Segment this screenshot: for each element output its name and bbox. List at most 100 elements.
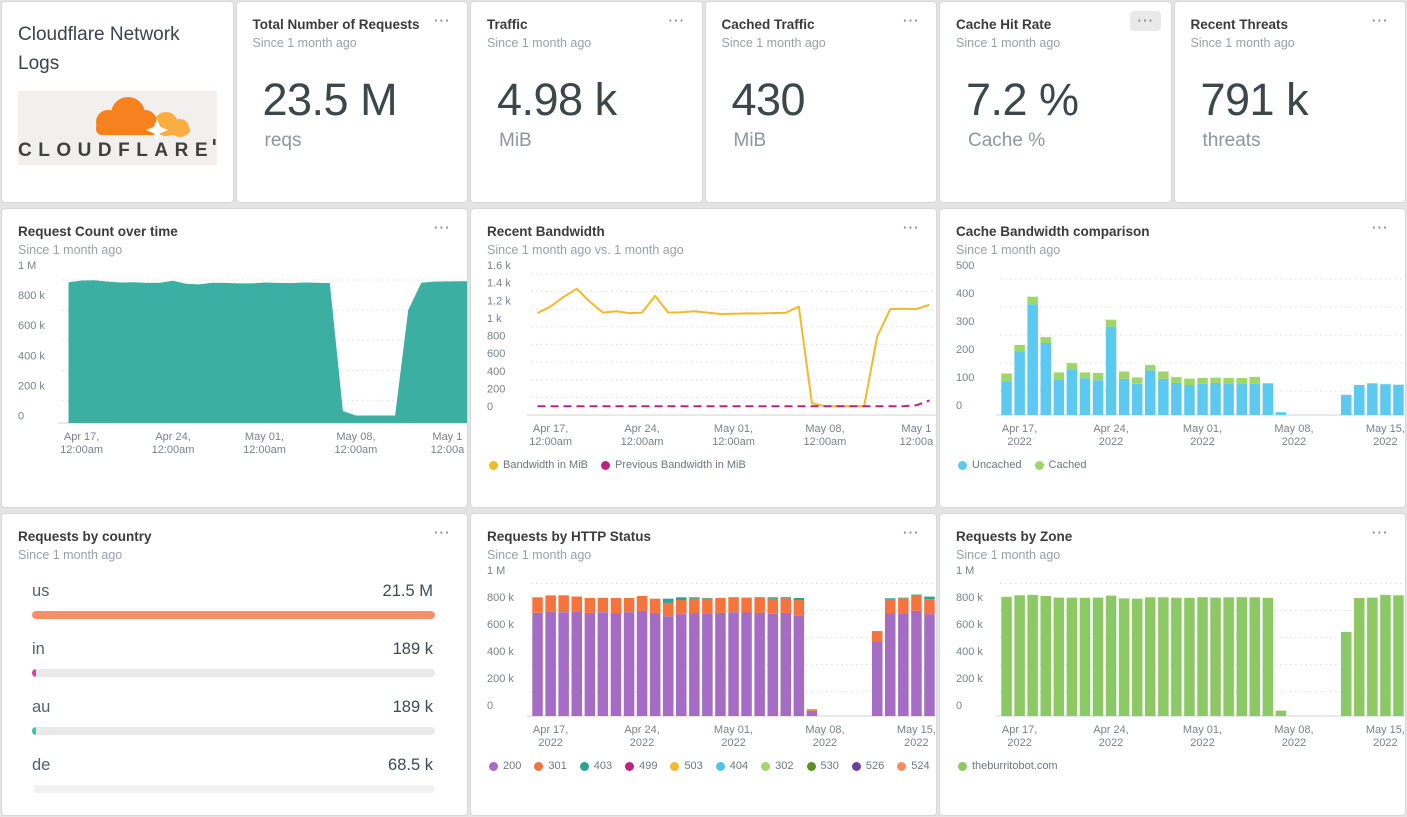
legend-item-200[interactable]: 200 [489, 760, 521, 772]
country-value: 189 k [392, 640, 433, 658]
svg-text:Apr 17,12:00am: Apr 17, 12:00am [529, 423, 572, 448]
legend-item-cached[interactable]: Cached [1034, 459, 1087, 471]
legend-label: 200 [503, 760, 522, 772]
legend-item-404[interactable]: 404 [715, 760, 748, 772]
svg-text:800 k: 800 k [956, 592, 983, 604]
panel-menu-button[interactable]: ⋯ [1364, 11, 1395, 31]
panel-cached-traffic: Cached Traffic Since 1 month ago ⋯ 430 M… [705, 2, 936, 202]
panel-menu-button[interactable]: ⋯ [661, 11, 692, 31]
legend-item-bandwidth-in-mib[interactable]: Bandwidth in MiB [489, 459, 588, 471]
legend-dot-icon [806, 761, 816, 771]
request-count-chart[interactable]: 1 M 800 k 600 k 400 k 200 k 0 Apr 17, 12:00am Ap… [18, 260, 467, 459]
stat-value: 791 k [1200, 74, 1309, 125]
country-bar-track [32, 669, 435, 677]
legend-dot-icon [670, 761, 680, 771]
country-label: in [32, 640, 45, 658]
panel-menu-button[interactable]: ⋯ [426, 523, 457, 543]
svg-text:0: 0 [487, 401, 493, 413]
chart-legend: Uncached Cached [958, 459, 1405, 471]
dashboard-title: Cloudflare Network Logs [18, 24, 180, 74]
svg-text:1 M: 1 M [18, 260, 36, 272]
cache-bandwidth-chart[interactable]: 500 400 300 200 100 0 Apr 17, 2022 Apr 24, 2022 Ma… [956, 260, 1405, 471]
panel-subtitle: Since 1 month ago [18, 548, 123, 562]
panel-menu-button[interactable]: ⋯ [426, 218, 457, 238]
legend-dot-icon [534, 761, 544, 771]
chart-svg: 500 400 300 200 100 0 Apr 17, 2022 Apr 24, 2022 Ma… [956, 260, 1405, 448]
panel-requests-by-zone: Requests by Zone Since 1 month ago ⋯ 1 M… [940, 514, 1405, 815]
zone-chart[interactable]: 1 M 800 k 600 k 400 k 200 k 0 Apr 17, 2022 Apr 2… [956, 565, 1405, 772]
svg-text:May 112:00a: May 1 12:00a [900, 423, 935, 448]
legend-item-uncached[interactable]: Uncached [958, 459, 1022, 471]
svg-text:400 k: 400 k [18, 350, 45, 362]
svg-text:Apr 24,2022: Apr 24, 2022 [1093, 423, 1128, 448]
svg-text:1.6 k: 1.6 k [487, 260, 511, 272]
legend-item-503[interactable]: 503 [670, 760, 703, 772]
panel-subtitle: Since 1 month ago [18, 243, 123, 257]
country-bar-track [32, 611, 435, 619]
svg-text:May 08,2022: May 08, 2022 [805, 724, 844, 749]
panel-subtitle: Since 1 month ago [956, 548, 1061, 562]
legend-label: 403 [593, 760, 613, 772]
legend-item-499[interactable]: 499 [625, 760, 657, 772]
svg-text:600 k: 600 k [487, 619, 514, 631]
svg-text:400: 400 [956, 288, 974, 300]
svg-text:Apr 17,2022: Apr 17, 2022 [1002, 423, 1037, 448]
legend-item-previous-bandwidth-in-mib[interactable]: Previous Bandwidth in MiB [601, 459, 746, 471]
panel-title: Request Count over time [18, 224, 178, 239]
panel-subtitle: Since 1 month ago [487, 36, 592, 50]
svg-text:0: 0 [18, 410, 24, 422]
stat-value: 4.98 k [497, 74, 617, 125]
country-row-de: de 68.5 k [18, 756, 435, 793]
panel-menu-button[interactable]: ⋯ [895, 11, 926, 31]
svg-text:1.4 k: 1.4 k [487, 278, 511, 290]
svg-text:May 01,2022: May 01, 2022 [1183, 724, 1222, 749]
svg-text:Apr 24,12:00am: Apr 24, 12:00am [621, 423, 664, 448]
legend-label: 524 [911, 760, 930, 772]
panel-menu-button[interactable]: ⋯ [1364, 523, 1395, 543]
panel-title: Recent Bandwidth [487, 224, 605, 239]
svg-text:400: 400 [487, 366, 505, 378]
recent-bandwidth-chart[interactable]: 1.6 k 1.4 k 1.2 k 1 k 800 600 400 200 0 Apr 17, 12… [487, 260, 936, 471]
panel-menu-button[interactable]: ⋯ [426, 11, 457, 31]
cloudflare-logo: CLOUDFLARE [18, 91, 217, 165]
legend-item-530[interactable]: 530 [806, 760, 839, 772]
svg-text:May 01,2022: May 01, 2022 [714, 724, 753, 749]
panel-recent-threats: Recent Threats Since 1 month ago ⋯ 791 k… [1174, 2, 1405, 202]
panel-subtitle: Since 1 month ago vs. 1 month ago [487, 243, 684, 257]
country-bar-track [32, 785, 435, 793]
legend-item-theburritobot-com[interactable]: theburritobot.com [958, 760, 1058, 772]
chart-svg: 1.6 k 1.4 k 1.2 k 1 k 800 600 400 200 0 Apr 17, 12… [487, 260, 936, 448]
svg-text:Apr 24,2022: Apr 24, 2022 [1093, 724, 1128, 749]
legend-item-403[interactable]: 403 [579, 760, 613, 772]
country-value: 21.5 M [382, 582, 433, 600]
panel-cache-hit-rate: Cache Hit Rate Since 1 month ago ⋯ 7.2 %… [940, 2, 1171, 202]
panel-menu-button[interactable]: ⋯ [1364, 218, 1395, 238]
panel-title: Traffic [487, 17, 528, 32]
panel-total-requests: Total Number of Requests Since 1 month a… [236, 2, 467, 202]
panel-menu-button[interactable]: ⋯ [1129, 11, 1161, 31]
panel-menu-button[interactable]: ⋯ [895, 218, 926, 238]
panel-title: Requests by Zone [956, 529, 1073, 544]
stat-value: 430 [731, 74, 806, 125]
legend-item-301[interactable]: 301 [534, 760, 567, 772]
legend-item-302[interactable]: 302 [761, 760, 794, 772]
panel-title: Recent Threats [1190, 17, 1289, 32]
legend-label: Cached [1048, 459, 1087, 471]
svg-text:May 15,2022: May 15, 2022 [897, 724, 936, 749]
svg-text:100: 100 [956, 372, 974, 384]
legend-item-524[interactable]: 524 [897, 760, 930, 772]
panel-recent-bandwidth: Recent Bandwidth Since 1 month ago vs. 1… [471, 209, 936, 507]
svg-text:0: 0 [487, 700, 493, 712]
legend-label: theburritobot.com [972, 760, 1058, 772]
country-value: 68.5 k [388, 756, 433, 774]
legend-dot-icon [715, 761, 725, 771]
svg-text:500: 500 [956, 260, 974, 272]
panel-requests-by-http-status: Requests by HTTP Status Since 1 month ag… [471, 514, 936, 815]
stat-value: 7.2 % [966, 74, 1079, 125]
chart-legend: Bandwidth in MiB Previous Bandwidth in Mi… [489, 459, 936, 471]
chart-legend: 200 301 403 499 503 404 302 530 526 524 [489, 760, 936, 772]
country-label: au [32, 698, 51, 716]
panel-menu-button[interactable]: ⋯ [895, 523, 926, 543]
http-status-chart[interactable]: 1 M 800 k 600 k 400 k 200 k 0 Apr 17, 2022 Apr 2… [487, 565, 936, 772]
legend-item-526[interactable]: 526 [851, 760, 884, 772]
